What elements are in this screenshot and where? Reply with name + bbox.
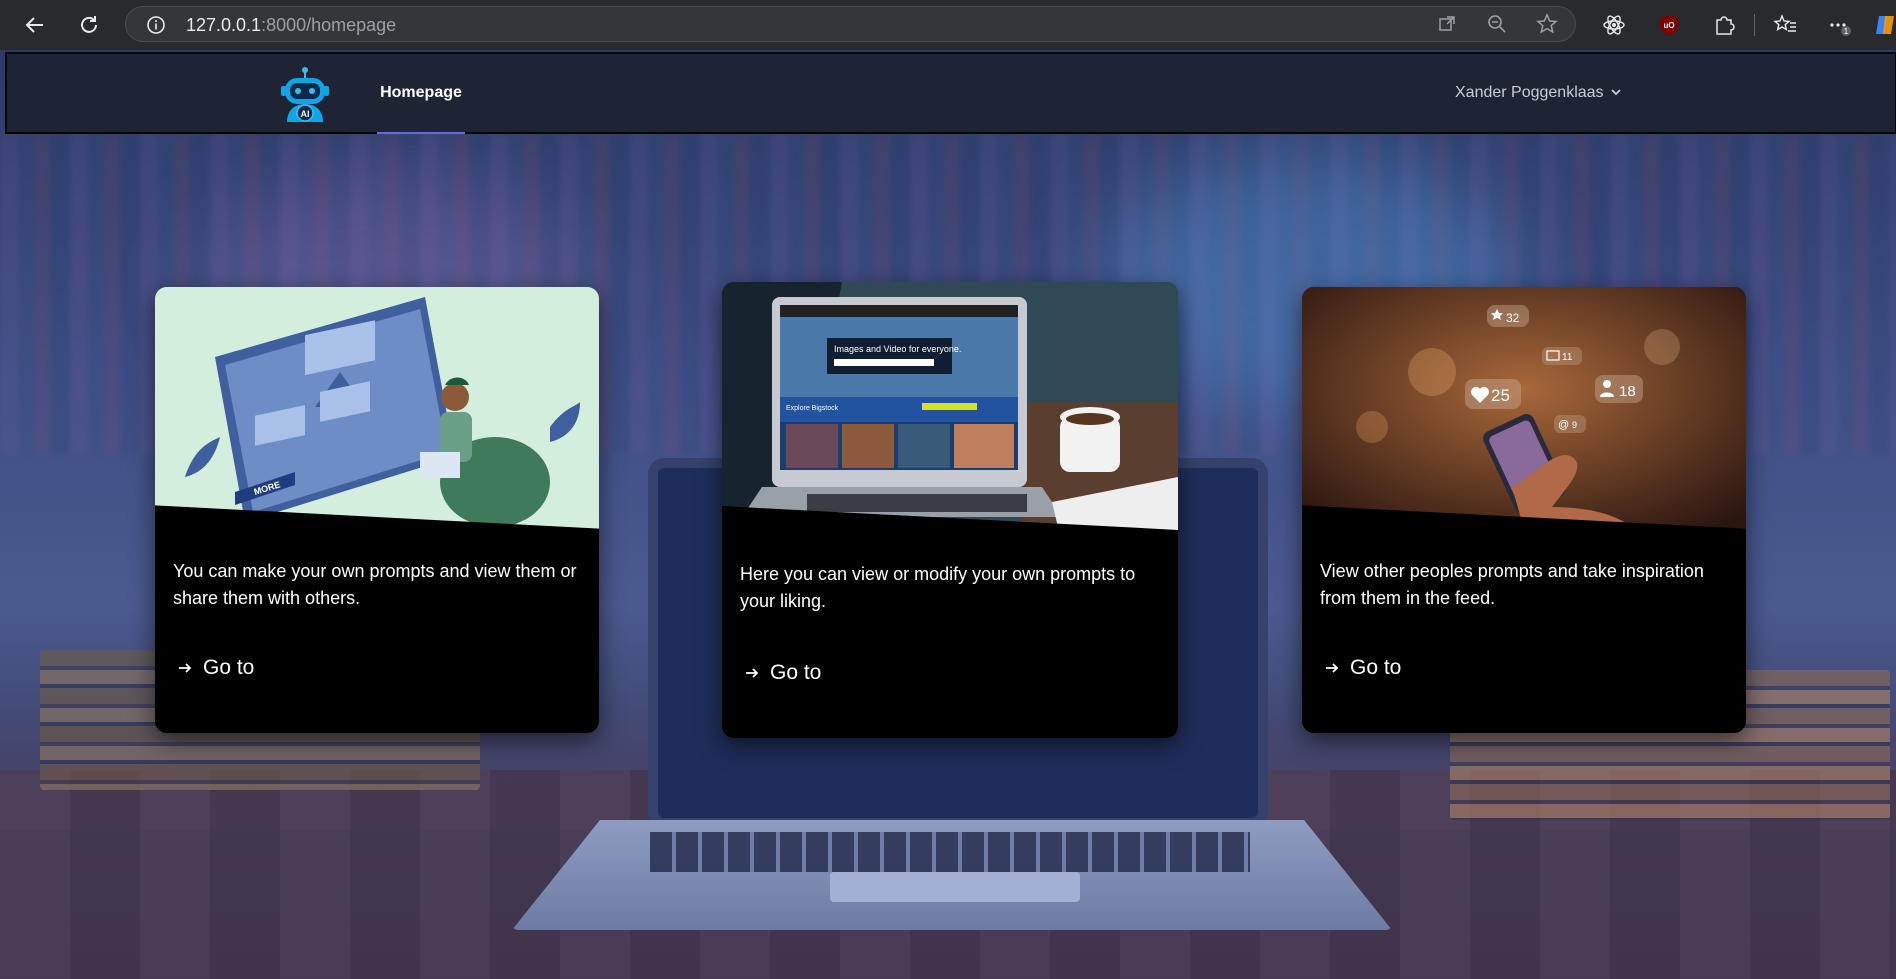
logo-text: AI <box>301 109 310 119</box>
favorites-icon[interactable] <box>1772 12 1798 38</box>
card-go-to-link[interactable]: Go to <box>744 661 821 685</box>
toolbar-divider <box>1754 14 1755 36</box>
notification-badge: 1 <box>1844 27 1849 36</box>
background-laptop-trackpad <box>830 872 1080 902</box>
bookmark-star-icon[interactable] <box>1534 11 1560 37</box>
arrow-right-icon <box>177 660 193 676</box>
mail-badge: 11 <box>1542 347 1582 365</box>
mention-badge: @ 9 <box>1554 415 1586 433</box>
heart-badge: 25 <box>1465 379 1521 409</box>
user-name: Xander Poggenklaas <box>1455 84 1604 101</box>
reload-icon[interactable] <box>74 10 104 40</box>
chevron-down-icon <box>1610 84 1622 102</box>
browser-toolbar: 127.0.0.1:8000/homepage uO 1 <box>0 0 1896 50</box>
user-menu-dropdown[interactable]: Xander Poggenklaas <box>1455 84 1622 102</box>
card-illustration-image: MORE <box>155 287 599 542</box>
svg-text:uO: uO <box>1663 21 1674 30</box>
user-badge: 18 <box>1595 375 1643 403</box>
nav-link-homepage[interactable]: Homepage <box>377 54 465 134</box>
arrow-right-icon <box>744 665 760 681</box>
card-link-label: Go to <box>1350 656 1402 679</box>
card-laptop-photo: Images and Video for everyone. Explore B… <box>722 282 1178 544</box>
mail-count: 11 <box>1562 352 1573 363</box>
url-path: :8000/homepage <box>261 15 397 35</box>
card-go-to-link[interactable]: Go to <box>1324 656 1401 680</box>
extensions-puzzle-icon[interactable] <box>1711 12 1737 38</box>
mention-count: 9 <box>1572 420 1577 430</box>
like-count: 25 <box>1491 386 1510 405</box>
address-bar[interactable]: 127.0.0.1:8000/homepage <box>125 6 1576 42</box>
card-description: View other peoples prompts and take insp… <box>1320 561 1704 608</box>
card-link-label: Go to <box>770 661 822 684</box>
laptop-screen-subhead: Explore Bigstock <box>786 405 839 412</box>
svg-text:@: @ <box>1558 419 1569 431</box>
ublock-icon[interactable]: uO <box>1656 12 1682 38</box>
card-go-to-link[interactable]: Go to <box>177 656 254 680</box>
card-my-prompts: Images and Video for everyone. Explore B… <box>722 282 1178 738</box>
url-text: 127.0.0.1:8000/homepage <box>186 15 396 36</box>
open-external-icon[interactable] <box>1434 11 1460 37</box>
arrow-right-icon <box>1324 660 1340 676</box>
card-social-photo: 32 11 25 18 @ 9 <box>1302 287 1746 557</box>
robot-logo-icon[interactable]: AI <box>277 64 333 124</box>
card-description: You can make your own prompts and view t… <box>173 561 577 608</box>
react-devtools-icon[interactable] <box>1601 12 1627 38</box>
site-navbar: AI Homepage Xander Poggenklaas <box>5 52 1896 134</box>
url-host: 127.0.0.1 <box>186 15 262 35</box>
card-feed: 32 11 25 18 @ 9 View other peoples promp… <box>1302 287 1746 733</box>
user-count: 18 <box>1619 383 1636 400</box>
more-menu-icon[interactable]: 1 <box>1826 12 1852 38</box>
card-link-label: Go to <box>203 656 255 679</box>
background-laptop-keyboard <box>650 832 1250 872</box>
laptop-screen-headline: Images and Video for everyone. <box>834 344 961 354</box>
card-description: Here you can view or modify your own pro… <box>740 564 1136 611</box>
site-info-icon[interactable] <box>146 15 166 40</box>
back-icon[interactable] <box>20 10 50 40</box>
star-badge: 32 <box>1487 305 1529 327</box>
copilot-icon[interactable] <box>1872 12 1896 38</box>
zoom-out-icon[interactable] <box>1484 11 1510 37</box>
star-count: 32 <box>1506 311 1520 325</box>
card-create-prompts: MORE You can make your own prompts and v… <box>155 287 599 733</box>
